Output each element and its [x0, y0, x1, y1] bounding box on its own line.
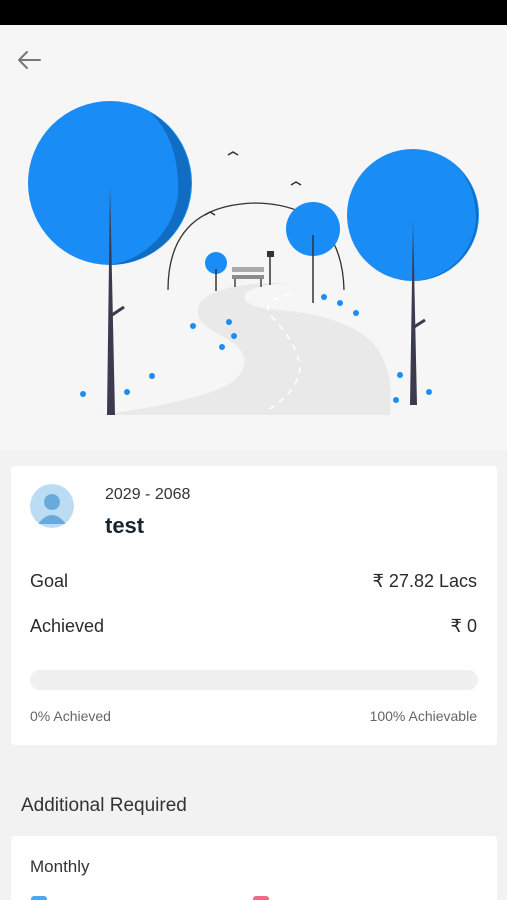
avatar	[30, 484, 74, 528]
legend-pink-marker	[253, 896, 269, 900]
goal-progress-bar	[30, 670, 478, 690]
goal-value: ₹ 27.82 Lacs	[372, 571, 477, 591]
monthly-label: Monthly	[30, 857, 90, 876]
legend-blue-marker	[31, 896, 47, 900]
hero-section	[0, 25, 507, 450]
arrow-left-icon	[18, 51, 41, 69]
achieved-label: Achieved	[30, 616, 105, 636]
status-bar	[0, 0, 507, 25]
goal-name: test	[105, 513, 145, 538]
user-icon	[30, 484, 74, 528]
goal-years: 2029 - 2068	[105, 486, 191, 503]
achievable-percent: 100% Achievable	[369, 708, 477, 724]
monthly-card[interactable]: Monthly	[11, 836, 497, 900]
additional-required-title: Additional Required	[21, 795, 187, 816]
achieved-percent: 0% Achieved	[30, 708, 111, 724]
park-illustration	[28, 101, 479, 415]
goal-label: Goal	[30, 571, 69, 591]
back-button[interactable]	[14, 47, 44, 73]
achieved-value: ₹ 0	[450, 616, 477, 636]
goal-card[interactable]: 2029 - 2068 test Goal ₹ 27.82 Lacs Achie…	[11, 466, 497, 745]
